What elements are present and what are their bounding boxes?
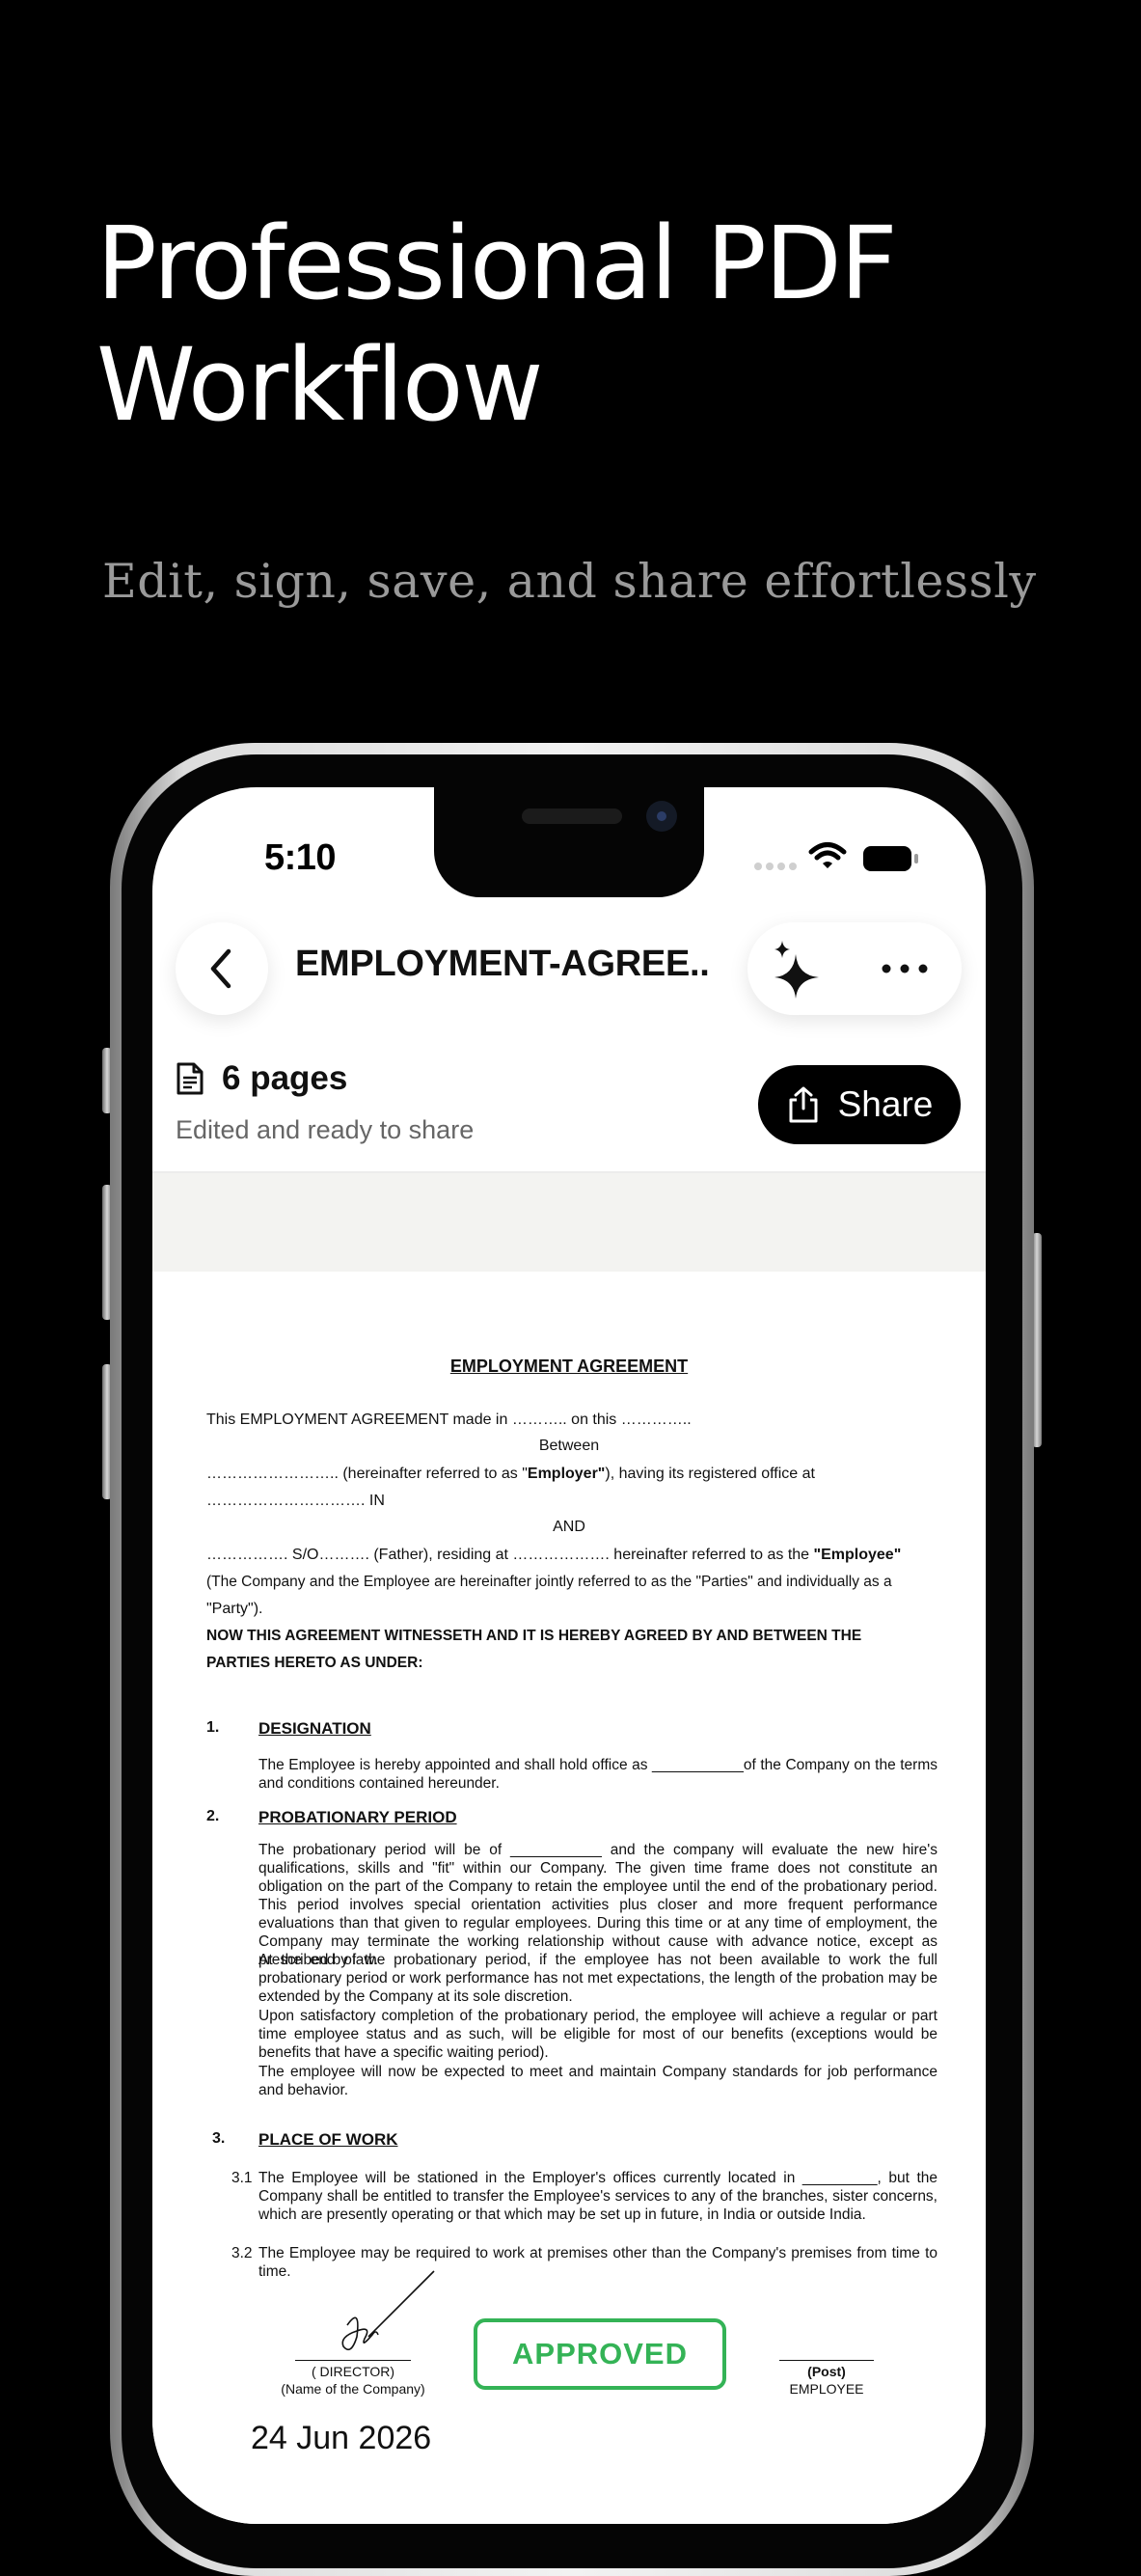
witness-line-2: PARTIES HERETO AS UNDER: [206,1655,423,1671]
employer-word: Employer" [527,1466,606,1482]
employer-line-pre: …………………….. (hereinafter referred to as " [206,1466,528,1482]
section-2-paragraph-2: At the end of the probationary period, i… [258,1952,937,2005]
section-3-1-number: 3.1 [231,2170,253,2186]
section-2-paragraph-3: Upon satisfactory completion of the prob… [258,2008,937,2061]
between-text: Between [538,1438,600,1454]
section-3-heading: PLACE OF WORK [258,2130,398,2149]
sparkle-icon [774,941,819,999]
section-2-number: 2. [206,1808,220,1824]
hero-title: Professional PDF Workflow [96,203,1061,446]
section-1-body: The Employee is hereby appointed and sha… [258,1757,937,1792]
section-2-heading: PROBATIONARY PERIOD [258,1808,457,1826]
document-icon [177,1062,204,1095]
parties-line-1: (The Company and the Employee are herein… [206,1574,892,1590]
document-page[interactable]: EMPLOYMENT AGREEMENT This EMPLOYMENT AGR… [152,1272,986,2524]
hero-title-line2: Workflow [96,326,544,444]
section-1-heading: DESIGNATION [258,1719,371,1738]
employer-line-post: ), having its registered office at [605,1466,815,1482]
intro-line: This EMPLOYMENT AGREEMENT made in ……….. … [206,1411,692,1428]
section-3-1-body: The Employee will be stationed in the Em… [258,2170,937,2223]
witness-line-1: NOW THIS AGREEMENT WITNESSETH AND IT IS … [206,1628,862,1644]
back-button[interactable] [176,922,268,1015]
section-3-number: 3. [212,2130,226,2147]
parties-line-2: "Party"). [206,1601,263,1617]
document-status: Edited and ready to share [176,1115,475,1144]
approved-stamp[interactable]: APPROVED [474,2318,726,2390]
employee-signature-line [779,2360,874,2361]
director-signature [341,2270,435,2351]
post-label: (Post) [807,2364,846,2379]
chevron-left-icon [210,948,231,989]
share-label: Share [837,1084,934,1124]
battery-icon [863,846,918,871]
wifi-icon [808,842,847,868]
employee-word: "Employee" [813,1547,902,1563]
more-options-button[interactable] [861,934,948,1003]
employee-line: ……………. S/O………. (Father), residing at ………… [206,1546,943,1565]
ai-sparkle-button[interactable] [763,934,832,1003]
employee-line-pre: ……………. S/O………. (Father), residing at ………… [206,1547,814,1563]
section-1-number: 1. [206,1719,220,1736]
share-icon [789,1086,818,1123]
and-text: AND [553,1519,585,1535]
page-count: 6 pages [222,1059,348,1097]
more-dots-icon [882,964,928,973]
hero-title-line1: Professional PDF [96,205,898,322]
hero-subtitle: Edit, sign, save, and share effortlessly [102,554,1037,609]
front-camera [646,801,677,832]
employer-line-2: …………………………. IN [206,1493,385,1509]
signal-dots-icon [754,863,797,870]
toolbar-actions [747,922,962,1015]
phone-screen: 5:10 EMPLOYMENT-AGREE... 6 pages Edited … [152,787,986,2524]
agreement-heading: EMPLOYMENT AGREEMENT [449,1357,689,1376]
document-title: EMPLOYMENT-AGREE... [295,944,710,984]
section-2-paragraph-4: The employee will now be expected to mee… [258,2064,937,2098]
speaker-grille [522,808,622,824]
signature-date[interactable]: 24 Jun 2026 [251,2420,431,2457]
page-gap [152,1173,986,1272]
company-label: (Name of the Company) [281,2381,425,2397]
employee-label: EMPLOYEE [789,2381,864,2397]
section-3-2-number: 3.2 [231,2245,253,2261]
director-label: ( DIRECTOR) [311,2364,395,2379]
share-button[interactable]: Share [758,1065,961,1144]
employer-line: …………………….. (hereinafter referred to as "… [206,1465,943,1484]
page-count-row: 6 pages [176,1059,347,1098]
director-signature-line [295,2360,411,2361]
status-time: 5:10 [264,837,337,878]
